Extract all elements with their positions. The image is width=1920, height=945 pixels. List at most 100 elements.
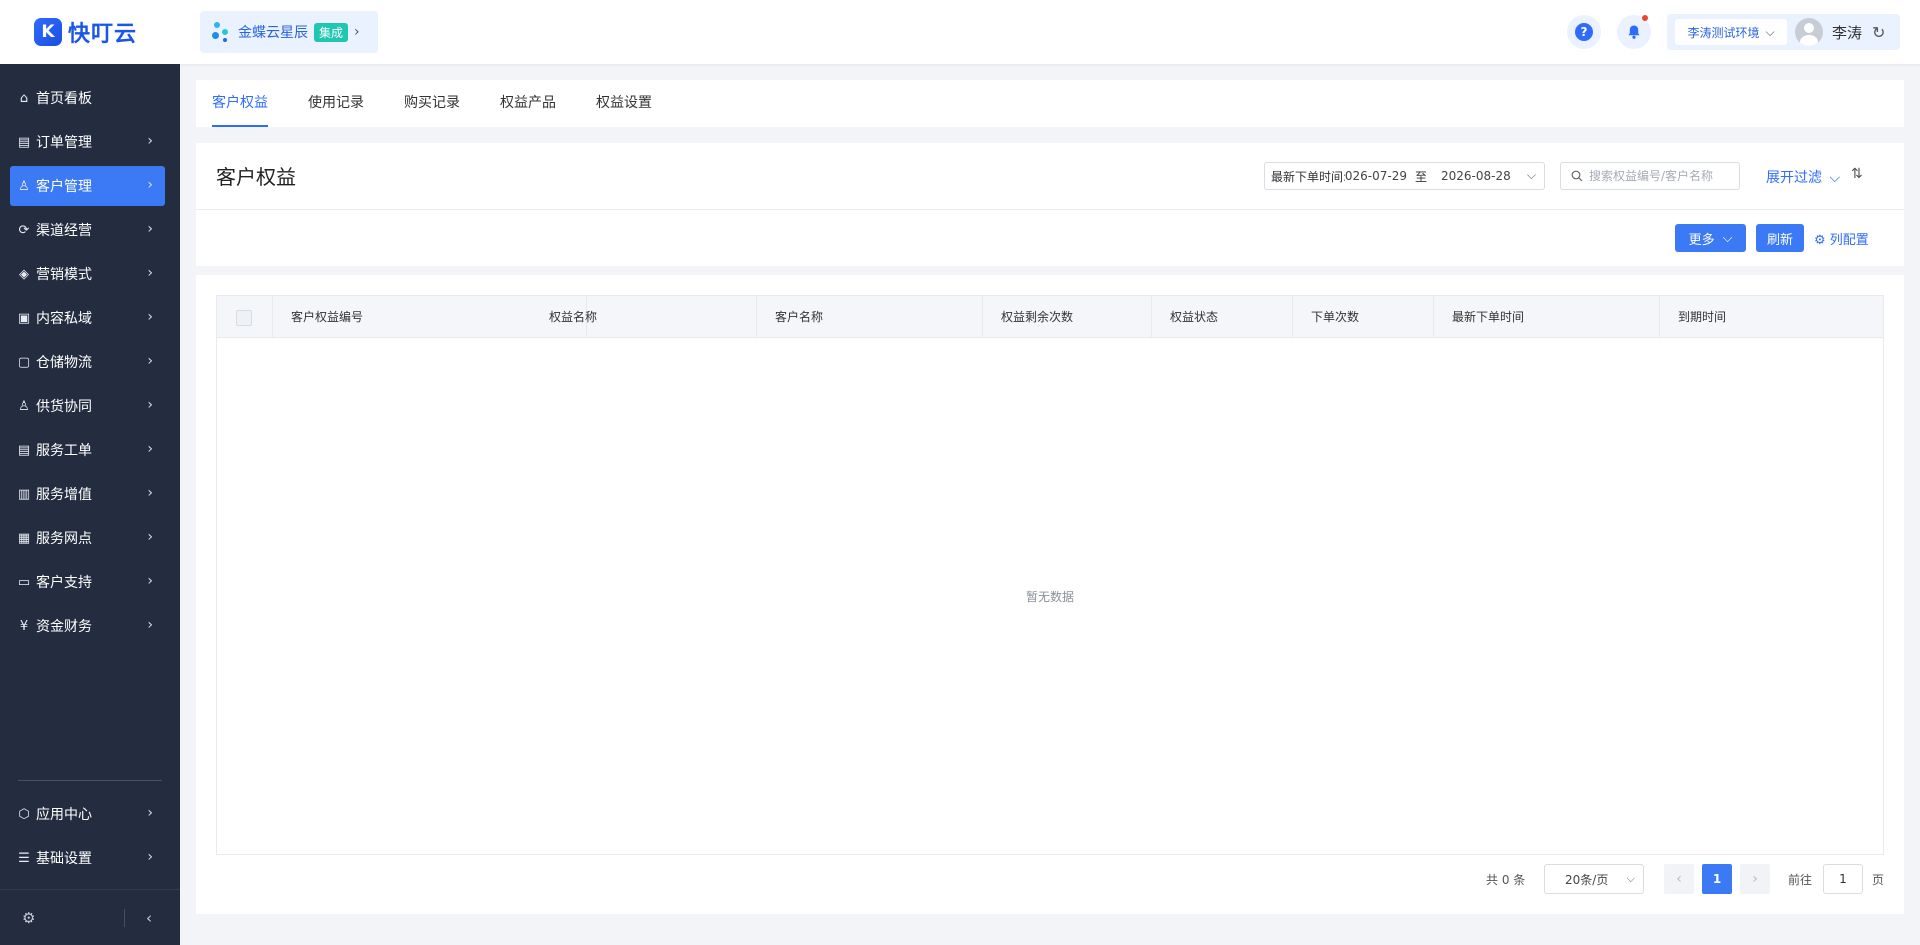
clipboard-icon: ▤ [17, 134, 31, 150]
column-header-remaining-times[interactable]: 权益剩余次数 [983, 296, 1152, 338]
sidebar-item-label: 仓储物流 [36, 355, 92, 371]
sidebar-item[interactable]: ♙ 客户管理 › [10, 166, 165, 206]
environment-select[interactable]: 李涛测试环境 ⌵ [1675, 19, 1787, 45]
chevron-right-icon: › [147, 177, 153, 193]
table-card: 客户权益编号 权益名称 客户名称 权益剩余次数 权益状态 下单次数 最新下单时间… [196, 275, 1904, 914]
bag-icon: ▥ [17, 486, 31, 502]
page-number-button[interactable]: 1 [1702, 864, 1732, 894]
tab-benefit-settings[interactable]: 权益设置 [596, 80, 652, 127]
channel-icon: ⟳ [18, 222, 30, 238]
pagination-total: 共 0 条 [1486, 873, 1526, 887]
product-tag: 集成 [314, 22, 349, 42]
sidebar-item[interactable]: ⌂ 首页看板 [10, 78, 165, 118]
sidebar-item[interactable]: ♙ 供货协同 › [10, 386, 165, 426]
column-config-button[interactable]: ⚙ 列配置 [1814, 229, 1869, 248]
chevron-down-icon: ⌵ [1722, 230, 1733, 246]
sidebar-item-label: 内容私域 [36, 311, 92, 327]
search-box [1560, 162, 1740, 190]
chevron-right-icon: › [147, 397, 153, 413]
sidebar-item[interactable]: ▦ 服务网点 › [10, 518, 165, 558]
date-range-label: 最新下单时间: [1271, 169, 1345, 184]
yuan-icon: ¥ [19, 618, 29, 634]
date-start[interactable]: 2026-07-29 [1345, 169, 1407, 183]
sidebar-item[interactable]: ⟳ 渠道经营 › [10, 210, 165, 250]
sidebar-item-label: 渠道经营 [36, 223, 92, 239]
table-header: 客户权益编号 权益名称 客户名称 权益剩余次数 权益状态 下单次数 最新下单时间… [217, 296, 1883, 338]
page-size-select[interactable]: 20条/页 ⌵ [1544, 864, 1644, 894]
column-header-customer-name[interactable]: 客户名称 [757, 296, 983, 338]
date-range-picker[interactable]: 最新下单时间: 2026-07-29 至 2026-08-28 ⌵ [1264, 162, 1545, 190]
expand-filter-button[interactable]: 展开过滤 ⌵ [1766, 167, 1840, 187]
sidebar-item[interactable]: ▣ 内容私域 › [10, 298, 165, 338]
logo[interactable]: K 快叮云 [0, 0, 180, 64]
store-icon: ▦ [17, 530, 31, 546]
sidebar-item-label: 供货协同 [36, 399, 92, 415]
chevron-down-icon: ⌵ [1829, 170, 1841, 186]
user-name[interactable]: 李涛 [1832, 22, 1862, 43]
chevron-down-icon: ⌵ [1765, 24, 1775, 39]
tab-bar: 客户权益 使用记录 购买记录 权益产品 权益设置 [196, 80, 1904, 127]
chevron-right-icon: › [147, 573, 153, 589]
column-header-benefit-name[interactable]: 权益名称 [531, 296, 757, 338]
help-button[interactable]: ? [1567, 15, 1601, 49]
notification-dot [1642, 15, 1648, 21]
cube-icon: ⬡ [18, 806, 30, 822]
goto-page-input[interactable] [1823, 864, 1863, 894]
sidebar-item[interactable]: ◈ 营销模式 › [10, 254, 165, 294]
notification-button[interactable] [1617, 15, 1651, 49]
more-button[interactable]: 更多 ⌵ [1675, 224, 1746, 252]
header-card: 客户权益 最新下单时间: 2026-07-29 至 2026-08-28 ⌵ 展… [196, 143, 1904, 266]
page-size-value: 20条/页 [1565, 872, 1609, 887]
tab-purchase-records[interactable]: 购买记录 [404, 80, 460, 127]
chevron-right-icon: › [147, 133, 153, 149]
search-input[interactable] [1589, 169, 1739, 183]
sidebar-item-label: 服务网点 [36, 531, 92, 547]
sort-icon[interactable]: ⇅ [1851, 166, 1863, 182]
sidebar-item-label: 服务工单 [36, 443, 92, 459]
column-header-benefit-status[interactable]: 权益状态 [1152, 296, 1293, 338]
chevron-right-icon: › [147, 221, 153, 237]
page-title: 客户权益 [216, 165, 296, 189]
next-page-button[interactable]: › [1740, 864, 1770, 894]
settings-gear-icon[interactable]: ⚙ [22, 909, 35, 927]
expand-filter-label: 展开过滤 [1766, 170, 1822, 186]
chevron-right-icon: › [147, 265, 153, 281]
tab-usage-records[interactable]: 使用记录 [308, 80, 364, 127]
sidebar-item[interactable]: ▤ 订单管理 › [10, 122, 165, 162]
product-name: 金蝶云星辰 [238, 25, 308, 41]
sidebar-item[interactable]: ▢ 仓储物流 › [10, 342, 165, 382]
sidebar-footer-divider [0, 889, 180, 890]
sidebar-item[interactable]: ⬡ 应用中心 › [10, 794, 165, 834]
product-switcher[interactable]: 金蝶云星辰 集成 › [200, 11, 378, 53]
sidebar-item-label: 订单管理 [36, 135, 92, 151]
goto-label: 前往 [1788, 873, 1813, 887]
user-area: 李涛测试环境 ⌵ 李涛 ↻ [1667, 14, 1900, 50]
empty-state-text: 暂无数据 [1025, 590, 1074, 604]
image-icon: ▣ [17, 310, 31, 326]
sidebar-item[interactable]: ▭ 客户支持 › [10, 562, 165, 602]
avatar[interactable] [1795, 18, 1823, 46]
date-separator: 至 [1415, 169, 1428, 184]
column-header-order-count[interactable]: 下单次数 [1293, 296, 1434, 338]
column-header-expiry-time[interactable]: 到期时间 [1660, 296, 1883, 338]
environment-label: 李涛测试环境 [1687, 25, 1760, 40]
sidebar-item[interactable]: ¥ 资金财务 › [10, 606, 165, 646]
sidebar-item-label: 首页看板 [36, 91, 92, 107]
refresh-button[interactable]: 刷新 [1756, 224, 1804, 252]
prev-page-button[interactable]: ‹ [1664, 864, 1694, 894]
collapse-sidebar-icon[interactable]: ‹ [146, 909, 152, 927]
sidebar-item[interactable]: ▤ 服务工单 › [10, 430, 165, 470]
date-end[interactable]: 2026-08-28 [1441, 169, 1511, 183]
select-all-checkbox[interactable] [236, 310, 252, 326]
more-button-label: 更多 [1688, 232, 1715, 248]
column-header-latest-order-time[interactable]: 最新下单时间 [1434, 296, 1660, 338]
product-logo-icon [212, 20, 230, 44]
sidebar-item[interactable]: ☰ 基础设置 › [10, 838, 165, 878]
support-icon: ▭ [17, 574, 31, 590]
chevron-right-icon: › [147, 441, 153, 457]
sidebar-divider [18, 780, 162, 781]
reload-icon[interactable]: ↻ [1872, 23, 1885, 42]
tab-benefit-products[interactable]: 权益产品 [500, 80, 556, 127]
tab-customer-benefits[interactable]: 客户权益 [212, 80, 268, 127]
sidebar-item[interactable]: ▥ 服务增值 › [10, 474, 165, 514]
